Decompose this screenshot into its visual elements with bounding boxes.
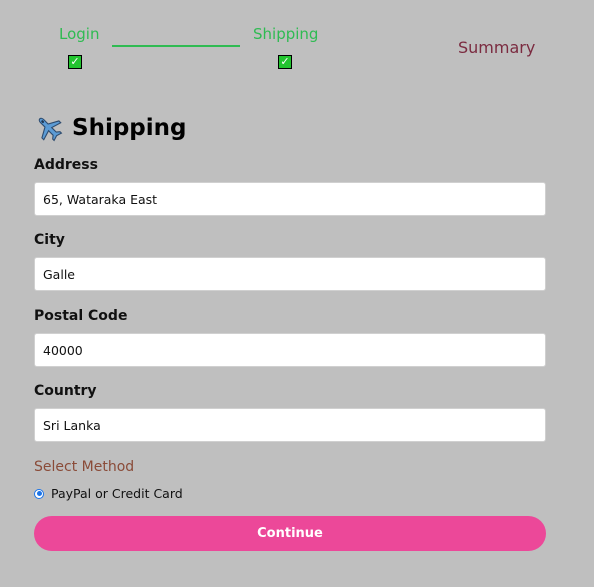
city-label: City (34, 232, 65, 248)
postal-code-input[interactable] (34, 333, 546, 367)
continue-button[interactable]: Continue (34, 516, 546, 551)
step-summary-label: Summary (458, 38, 536, 57)
country-input[interactable] (34, 408, 546, 442)
address-label: Address (34, 157, 98, 173)
payment-method-legend: Select Method (34, 459, 135, 475)
payment-option-paypal[interactable]: PayPal or Credit Card (34, 486, 183, 501)
form-title-text: Shipping (72, 115, 187, 141)
paypal-radio[interactable] (34, 488, 44, 499)
page-title: Shipping (34, 112, 186, 144)
step-login-label[interactable]: Login (59, 25, 99, 43)
step-login-checkbox-icon: ✓ (68, 55, 82, 69)
checkout-steps: Login ✓ Shipping ✓ Summary (0, 0, 594, 90)
step-shipping-checkbox-icon: ✓ (278, 55, 292, 69)
address-input[interactable] (34, 182, 546, 216)
step-shipping-label[interactable]: Shipping (253, 25, 318, 43)
city-input[interactable] (34, 257, 546, 291)
step-connector-line (112, 45, 240, 47)
postal-code-label: Postal Code (34, 308, 128, 324)
country-label: Country (34, 383, 97, 399)
airplane-icon (38, 117, 63, 142)
paypal-radio-label[interactable]: PayPal or Credit Card (51, 486, 183, 501)
